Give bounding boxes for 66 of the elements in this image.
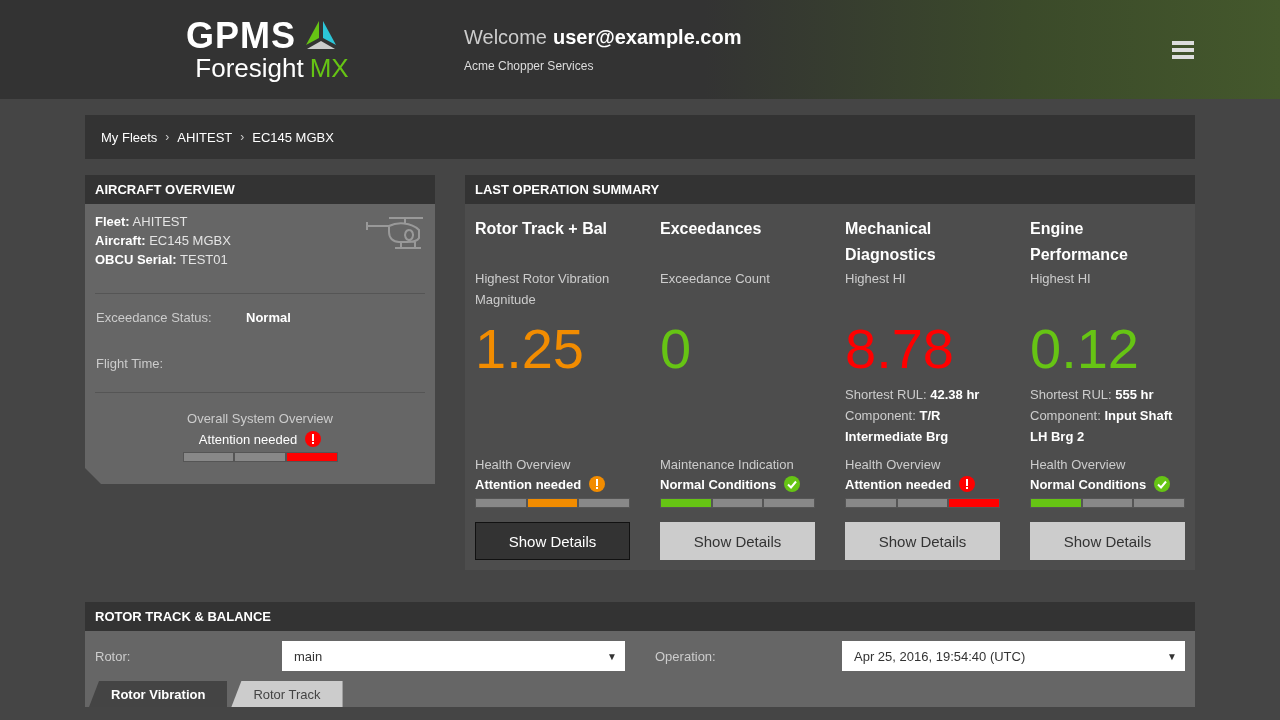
warning-icon	[589, 476, 606, 492]
summary-title: Rotor Track + Bal	[475, 219, 609, 239]
detail-text: Component: Input Shaft LH Brg 2	[1030, 407, 1174, 446]
menu-button[interactable]	[1172, 40, 1194, 59]
health-label: Health Overview	[475, 457, 572, 472]
caret-icon: ▼	[607, 650, 617, 662]
panel-header: LAST OPERATION SUMMARY	[465, 175, 1195, 204]
metric-value: 0.12	[1030, 316, 1140, 382]
detail-text: Component: T/R Intermediate Brg	[845, 407, 950, 446]
aircraft-field: OBCU Serial: TEST01	[95, 252, 231, 267]
breadcrumb-link[interactable]: My Fleets	[101, 129, 158, 145]
status-text: Attention needed	[845, 476, 952, 492]
check-icon	[1154, 476, 1171, 492]
rotor-select[interactable]: main ▼	[282, 641, 625, 671]
health-label: Health Overview	[845, 457, 942, 472]
logo-suffix: MX	[309, 53, 349, 82]
breadcrumb-separator: ›	[165, 130, 170, 144]
show-details-button[interactable]: Show Details	[1030, 522, 1185, 560]
status-text: Attention needed	[198, 431, 298, 447]
logo-triangle-icon	[304, 20, 338, 51]
detail-text: Shortest RUL: 555 hr	[1030, 386, 1155, 404]
metric-value: 8.78	[845, 316, 955, 382]
field-label: Rotor:	[95, 648, 132, 664]
logo-brand: GPMS	[186, 17, 296, 54]
metric-label: Highest HI	[1030, 270, 1092, 288]
field-label: Operation:	[655, 648, 717, 664]
metric-value: 1.25	[475, 316, 585, 382]
field-label: Exceedance Status:	[95, 309, 213, 325]
operation-select[interactable]: Apr 25, 2016, 19:54:40 (UTC) ▼	[842, 641, 1185, 671]
tab[interactable]: Rotor Vibration	[89, 681, 228, 707]
helicopter-icon	[365, 214, 425, 250]
breadcrumb-link[interactable]: EC145 MGBX	[252, 129, 334, 145]
show-details-button[interactable]: Show Details	[660, 522, 815, 560]
field-value: Normal	[246, 309, 291, 325]
metric-label: Exceedance Count	[660, 270, 771, 288]
field-label: Flight Time:	[95, 355, 165, 371]
breadcrumb-separator: ›	[240, 130, 245, 144]
tab[interactable]: Rotor Track	[231, 681, 343, 707]
metric-label: Highest Rotor Vibration Magnitude	[475, 270, 611, 309]
status-text: Normal Conditions	[1030, 476, 1147, 492]
status-text: Attention needed	[475, 476, 582, 492]
panel-header: ROTOR TRACK & BALANCE	[85, 602, 1195, 631]
health-label: Maintenance Indication	[660, 457, 795, 472]
panel-header: AIRCRAFT OVERVIEW	[85, 175, 435, 204]
detail-text: Shortest RUL: 42.38 hr	[845, 386, 981, 404]
warning-icon	[305, 431, 322, 447]
company-name: Acme Chopper Services	[464, 59, 595, 73]
status-text: Normal Conditions	[660, 476, 777, 492]
show-details-button[interactable]: Show Details	[845, 522, 1000, 560]
overview-label: Overall System Overview	[187, 411, 333, 426]
metric-label: Highest HI	[845, 270, 907, 288]
welcome-text: Welcome	[464, 26, 547, 49]
logo-product: Foresight	[195, 53, 304, 82]
aircraft-field: Fleet: AHITEST	[95, 214, 231, 229]
warning-icon	[959, 476, 976, 492]
caret-icon: ▼	[1167, 650, 1177, 662]
check-icon	[784, 476, 801, 492]
user-email: user@example.com	[553, 26, 742, 49]
summary-title: Mechanical Diagnostics	[845, 219, 937, 265]
summary-title: Engine Performance	[1030, 219, 1129, 265]
metric-value: 0	[660, 316, 693, 382]
show-details-button[interactable]: Show Details	[475, 522, 630, 560]
summary-title: Exceedances	[660, 219, 763, 239]
health-label: Health Overview	[1030, 457, 1127, 472]
aircraft-field: Aircraft: EC145 MGBX	[95, 233, 231, 248]
breadcrumb-link[interactable]: AHITEST	[177, 129, 233, 145]
